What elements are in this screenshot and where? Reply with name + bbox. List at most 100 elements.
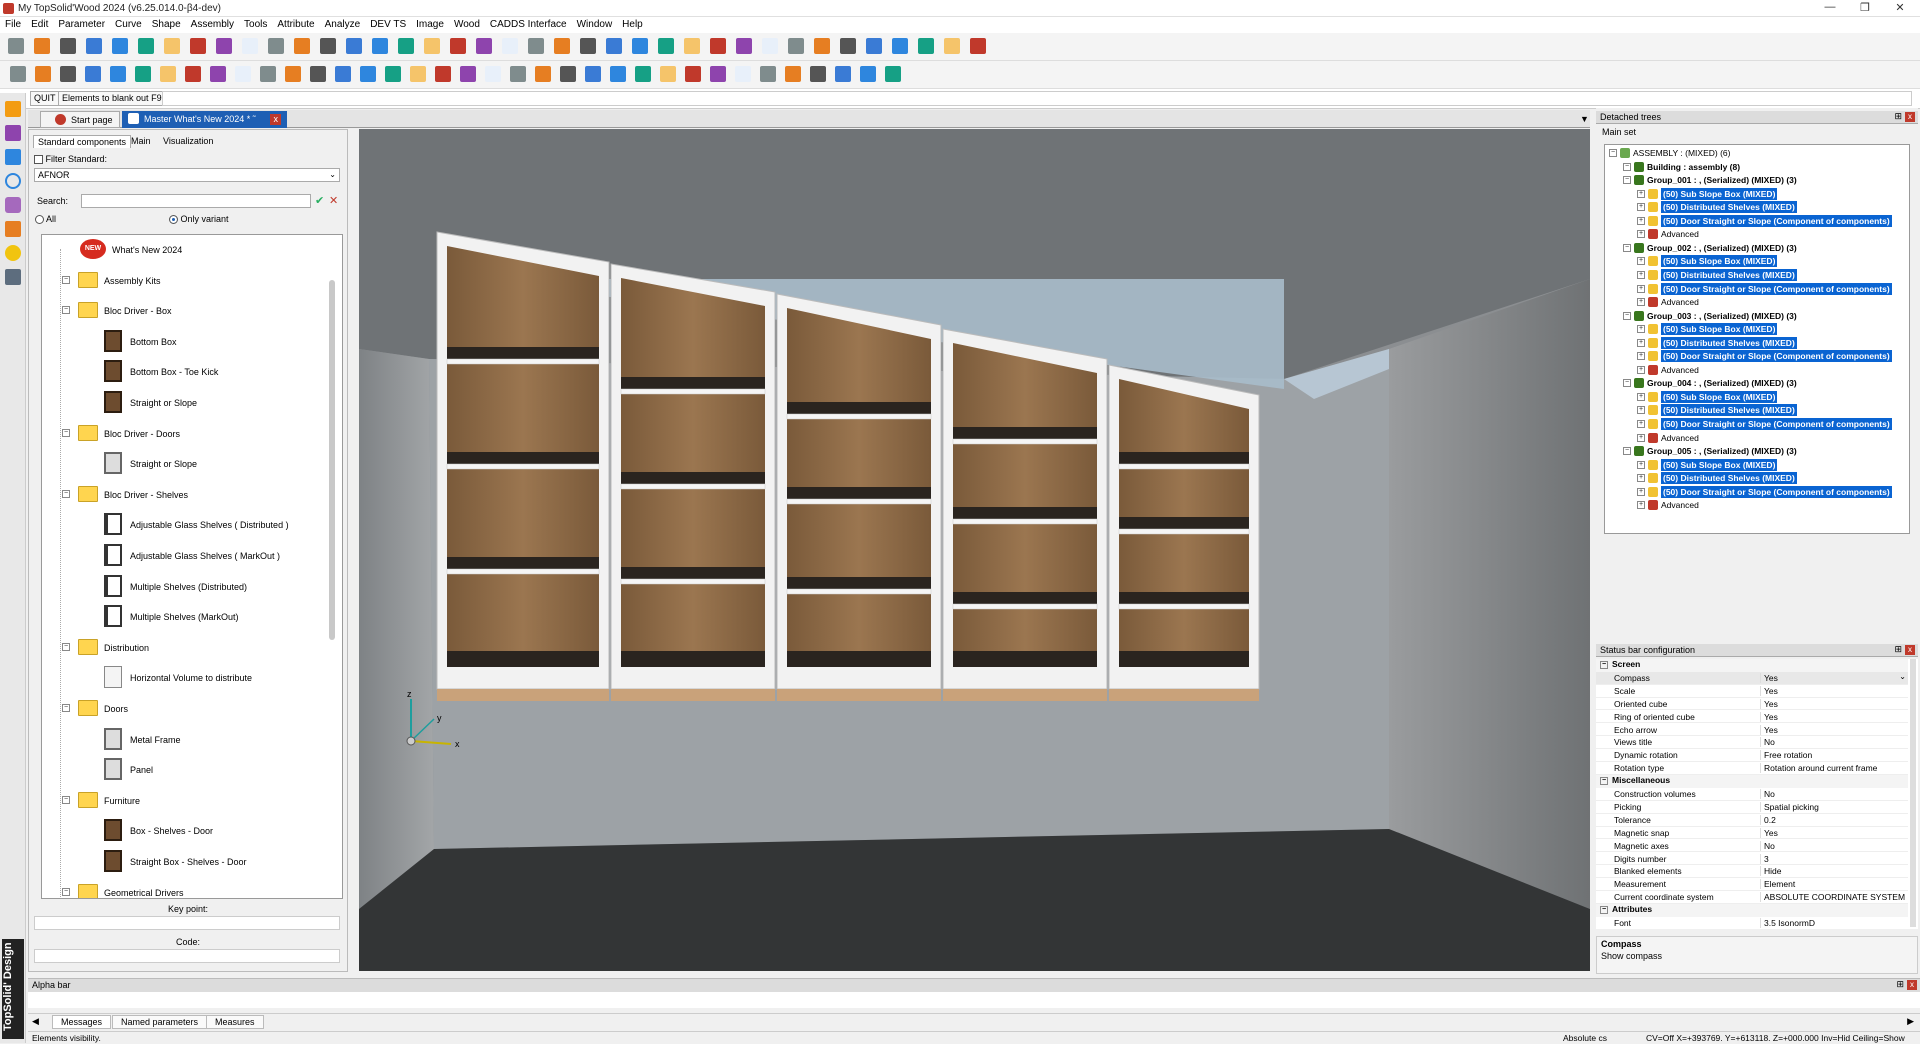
property-row[interactable]: Oriented cube Yes — [1596, 698, 1908, 711]
detached-tree-node[interactable]: Advanced — [1661, 364, 1699, 376]
toolbar-tool-icon[interactable] — [360, 66, 376, 82]
detached-tree-node[interactable]: Group_001 : , (Serialized) (MIXED) (3) — [1647, 174, 1797, 186]
toolbar-tool-icon[interactable] — [660, 66, 676, 82]
search-tool-icon[interactable] — [5, 269, 21, 285]
property-row[interactable]: Magnetic axes No — [1596, 840, 1908, 853]
toolbar-tool-icon[interactable] — [658, 38, 674, 54]
menu-item-tools[interactable]: Tools — [239, 17, 272, 30]
property-value[interactable]: Yes — [1760, 685, 1778, 696]
toolbar-tool-icon[interactable] — [242, 38, 258, 54]
tree-item-label[interactable]: Geometrical Drivers — [104, 883, 184, 898]
toolbar-tool-icon[interactable] — [485, 66, 501, 82]
toolbar-tool-icon[interactable] — [112, 38, 128, 54]
detached-tree-node[interactable]: Advanced — [1661, 499, 1699, 511]
expand-toggle[interactable]: − — [1623, 162, 1631, 171]
pin-icon[interactable]: ⊞ — [1894, 111, 1902, 122]
toolbar-tool-icon[interactable] — [294, 38, 310, 54]
toolbar-tool-icon[interactable] — [885, 66, 901, 82]
expand-toggle[interactable]: + — [1637, 270, 1645, 279]
toolbar-tool-icon[interactable] — [610, 66, 626, 82]
detached-tree-node[interactable]: Advanced — [1661, 432, 1699, 444]
tree-item-label[interactable]: Multiple Shelves (MarkOut) — [130, 607, 239, 627]
cabinet-unit[interactable] — [1108, 364, 1260, 701]
collapse-toggle[interactable]: − — [1600, 777, 1608, 786]
tab-master-whats-new[interactable]: Master What's New 2024 * ˜ x — [122, 111, 288, 128]
toolbar-tool-icon[interactable] — [138, 38, 154, 54]
toolbar-tool-icon[interactable] — [684, 38, 700, 54]
toolbar-tool-icon[interactable] — [86, 38, 102, 54]
tree-item-label[interactable]: Metal Frame — [130, 730, 181, 750]
tree-item-label[interactable]: Distribution — [104, 638, 149, 658]
tab-standard-components[interactable]: Standard components — [33, 135, 132, 148]
property-value[interactable]: 0.2 — [1760, 814, 1776, 825]
toolbar-tool-icon[interactable] — [398, 38, 414, 54]
toolbar-tool-icon[interactable] — [785, 66, 801, 82]
key-point-select[interactable] — [34, 916, 340, 930]
toolbar-tool-icon[interactable] — [710, 38, 726, 54]
tree-item-label[interactable]: Bloc Driver - Shelves — [104, 485, 188, 505]
toolbar-tool-icon[interactable] — [260, 66, 276, 82]
elements-to-blank-button[interactable]: Elements to blank out F9 — [58, 91, 166, 106]
tree-item-label[interactable]: Straight or Slope — [130, 454, 197, 474]
toolbar-tool-icon[interactable] — [606, 38, 622, 54]
menu-item-help[interactable]: Help — [617, 17, 648, 30]
property-value[interactable]: Yes — [1760, 698, 1778, 709]
toolbar-tool-icon[interactable] — [160, 66, 176, 82]
detached-tree-node[interactable]: (50) Sub Slope Box (MIXED) — [1661, 255, 1778, 268]
toolbar-tool-icon[interactable] — [476, 38, 492, 54]
expand-toggle[interactable]: − — [62, 489, 70, 498]
tab-measures[interactable]: Measures — [206, 1015, 264, 1029]
detached-tree-node[interactable]: Advanced — [1661, 228, 1699, 240]
property-value[interactable]: 3 — [1760, 853, 1769, 864]
detached-tree-node[interactable]: (50) Distributed Shelves (MIXED) — [1661, 472, 1797, 485]
scroll-right-icon[interactable]: ▶ — [1907, 1016, 1914, 1027]
radio-only-variant[interactable]: Only variant — [169, 214, 229, 225]
property-row[interactable]: Views title No — [1596, 736, 1908, 750]
3d-viewport[interactable]: z y x — [359, 129, 1590, 971]
tree-item-label[interactable]: Multiple Shelves (Distributed) — [130, 577, 247, 597]
property-row[interactable]: Ring of oriented cube Yes — [1596, 711, 1908, 724]
property-row[interactable]: Rotation type Rotation around current fra… — [1596, 762, 1908, 775]
cabinet-unit[interactable] — [776, 293, 942, 701]
tab-start-page[interactable]: Start page — [40, 111, 120, 128]
close-window-button[interactable]: ✕ — [1888, 1, 1912, 15]
toolbar-tool-icon[interactable] — [385, 66, 401, 82]
expand-toggle[interactable]: + — [1637, 406, 1645, 415]
toolbar-tool-icon[interactable] — [528, 38, 544, 54]
toolbar-tool-icon[interactable] — [424, 38, 440, 54]
toolbar-tool-icon[interactable] — [190, 38, 206, 54]
toolbar-tool-icon[interactable] — [164, 38, 180, 54]
property-row[interactable]: Compass Yes ⌄ — [1596, 671, 1908, 685]
detached-tree-node[interactable]: Building : assembly (8) — [1647, 161, 1740, 173]
property-value[interactable]: No — [1760, 840, 1775, 851]
expand-toggle[interactable]: − — [1623, 379, 1631, 388]
property-value[interactable]: ABSOLUTE COORDINATE SYSTEM — [1760, 892, 1905, 903]
toolbar-tool-icon[interactable] — [60, 38, 76, 54]
close-panel-icon[interactable]: x — [1905, 112, 1915, 122]
expand-toggle[interactable]: + — [1637, 433, 1645, 442]
toolbar-tool-icon[interactable] — [788, 38, 804, 54]
toolbar-tool-icon[interactable] — [34, 38, 50, 54]
property-row[interactable]: Picking Spatial picking — [1596, 801, 1908, 814]
property-value[interactable]: No — [1760, 737, 1775, 748]
curve-icon[interactable] — [5, 125, 21, 141]
detached-tree-node[interactable]: (50) Sub Slope Box (MIXED) — [1661, 390, 1778, 403]
toolbar-tool-icon[interactable] — [346, 38, 362, 54]
tab-named-parameters[interactable]: Named parameters — [112, 1015, 208, 1029]
expand-toggle[interactable]: − — [62, 704, 70, 712]
3d-scene[interactable]: z y x — [359, 129, 1590, 971]
property-row[interactable]: Echo arrow Yes — [1596, 724, 1908, 737]
detached-tree-node[interactable]: (50) Door Straight or Slope (Component o… — [1661, 282, 1892, 295]
expand-toggle[interactable]: − — [1623, 311, 1631, 320]
pin-icon[interactable]: ⊞ — [1894, 644, 1902, 655]
quit-button[interactable]: QUIT — [30, 91, 60, 106]
toolbar-tool-icon[interactable] — [450, 38, 466, 54]
menu-item-edit[interactable]: Edit — [26, 17, 53, 30]
checkmark-icon[interactable]: ✔ — [315, 194, 324, 207]
menu-item-dev-ts[interactable]: DEV TS — [365, 17, 411, 30]
expand-toggle[interactable]: + — [1637, 325, 1645, 334]
pin-icon[interactable]: ⊞ — [1896, 979, 1904, 990]
toolbar-tool-icon[interactable] — [410, 66, 426, 82]
cabinet-unit[interactable] — [436, 231, 610, 701]
toolbar-tool-icon[interactable] — [235, 66, 251, 82]
